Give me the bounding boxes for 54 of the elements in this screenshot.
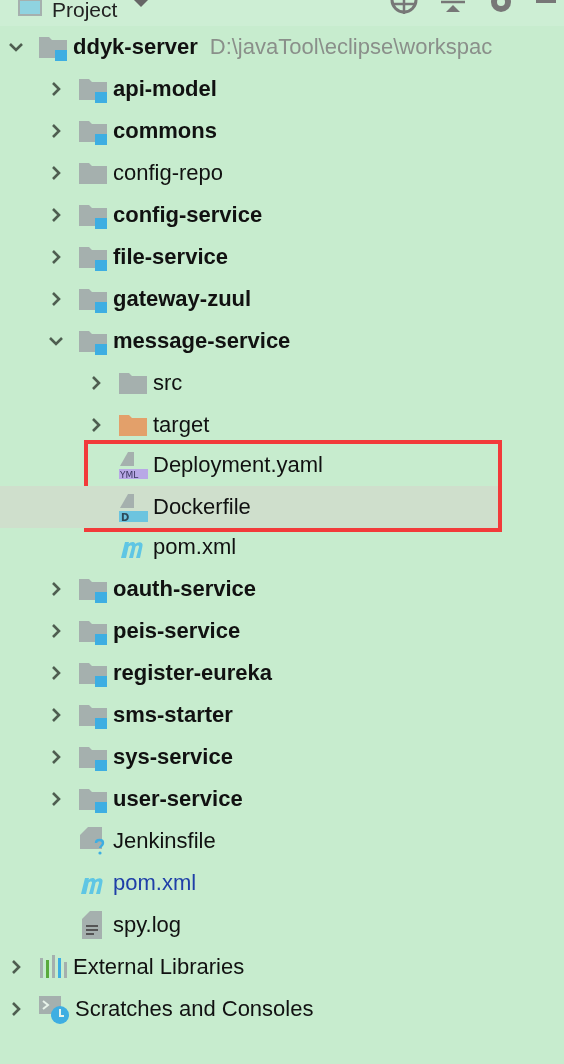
project-view-icon <box>18 0 42 16</box>
node-label: oauth-service <box>113 576 257 602</box>
tree-row[interactable]: gateway-zuul <box>0 278 564 320</box>
node-label: user-service <box>113 786 243 812</box>
node-label: pom.xml <box>153 534 237 560</box>
module-path: D:\javaTool\eclipse\workspac <box>209 34 493 60</box>
node-label: config-service <box>113 202 263 228</box>
node-label: src <box>153 370 183 396</box>
tree-row[interactable]: message-service <box>0 320 564 362</box>
tree-row[interactable]: oauth-service <box>0 568 564 610</box>
tree-row[interactable]: sms-starter <box>0 694 564 736</box>
tree-row[interactable]: ddyk-server D:\javaTool\eclipse\workspac <box>0 26 564 68</box>
tree-row[interactable]: user-service <box>0 778 564 820</box>
tree-row[interactable]: pom.xml <box>0 862 564 904</box>
minimize-icon[interactable] <box>536 0 556 6</box>
node-label: register-eureka <box>113 660 272 686</box>
tree-row[interactable]: Scratches and Consoles <box>0 988 564 1030</box>
tree-row[interactable]: Jenkinsfile <box>0 820 564 862</box>
scratch-clock-icon <box>38 993 70 1025</box>
collapse-all-icon[interactable] <box>440 0 466 14</box>
tree-row[interactable]: spy.log <box>0 904 564 946</box>
node-label: gateway-zuul <box>113 286 252 312</box>
node-label: pom.xml <box>113 870 197 896</box>
node-label: peis-service <box>113 618 241 644</box>
tree-row[interactable]: src <box>0 362 564 404</box>
node-label: Scratches and Consoles <box>75 996 314 1022</box>
tree-row[interactable]: YML Deployment.yaml <box>0 444 498 486</box>
tree-row[interactable]: register-eureka <box>0 652 564 694</box>
tree-row[interactable]: sys-service <box>0 736 564 778</box>
node-label: target <box>153 412 210 438</box>
node-label: Deployment.yaml <box>153 452 323 478</box>
node-label: spy.log <box>113 912 182 938</box>
tree-row[interactable]: config-repo <box>0 152 564 194</box>
node-label: api-model <box>113 76 217 102</box>
tree-row[interactable]: file-service <box>0 236 564 278</box>
tree-row[interactable]: D Dockerfile <box>0 486 498 528</box>
tree-row[interactable]: target <box>0 404 564 446</box>
tree-row[interactable]: External Libraries <box>0 946 564 988</box>
node-label: config-repo <box>113 160 224 186</box>
tree-row[interactable]: api-model <box>0 68 564 110</box>
node-label: file-service <box>113 244 228 270</box>
tree-row[interactable]: peis-service <box>0 610 564 652</box>
node-label: External Libraries <box>73 954 245 980</box>
node-label: sms-starter <box>113 702 233 728</box>
node-label: sys-service <box>113 744 233 770</box>
node-label: Dockerfile <box>153 494 251 520</box>
tree-row[interactable]: commons <box>0 110 564 152</box>
node-label: ddyk-server <box>73 34 198 60</box>
node-label: Jenkinsfile <box>113 828 216 854</box>
tree-row[interactable]: pom.xml <box>0 526 564 568</box>
node-label: message-service <box>113 328 291 354</box>
tree-row[interactable]: config-service <box>0 194 564 236</box>
node-label: commons <box>113 118 217 144</box>
panel-title[interactable]: Project <box>52 0 118 20</box>
